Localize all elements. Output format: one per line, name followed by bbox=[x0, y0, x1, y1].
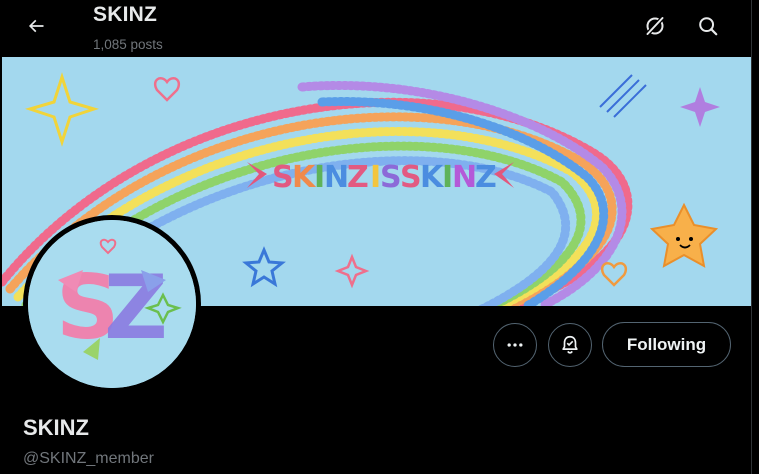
column-divider bbox=[751, 0, 752, 474]
more-icon bbox=[507, 343, 523, 347]
profile-page: SKINZ 1,085 posts S K I N Z I S S K I N … bbox=[0, 0, 759, 474]
more-button[interactable] bbox=[493, 323, 537, 367]
avatar-logo: S Z bbox=[28, 220, 196, 388]
following-button[interactable]: Following bbox=[602, 322, 731, 367]
svg-text:Z: Z bbox=[475, 160, 497, 195]
back-button[interactable] bbox=[18, 8, 54, 44]
svg-text:S: S bbox=[380, 160, 402, 195]
svg-text:Z: Z bbox=[347, 160, 369, 195]
banner-wordmark: S K I N Z I S S K I N Z bbox=[247, 160, 514, 195]
notifications-button[interactable] bbox=[548, 323, 592, 367]
post-count: 1,085 posts bbox=[93, 37, 163, 52]
svg-text:S: S bbox=[400, 160, 422, 195]
search-icon bbox=[699, 17, 718, 36]
svg-text:Z: Z bbox=[104, 256, 168, 359]
notification-bell-icon bbox=[562, 335, 578, 354]
profile-avatar[interactable]: S Z bbox=[23, 215, 201, 393]
profile-handle: @SKINZ_member bbox=[23, 450, 154, 467]
arrow-left-icon bbox=[28, 19, 44, 33]
search-button[interactable] bbox=[690, 8, 726, 44]
profile-header: SKINZ 1,085 posts bbox=[0, 0, 751, 57]
svg-text:N: N bbox=[324, 160, 349, 195]
svg-text:S: S bbox=[272, 160, 294, 195]
grok-icon bbox=[645, 15, 665, 37]
header-title: SKINZ bbox=[93, 3, 157, 26]
svg-text:N: N bbox=[452, 160, 477, 195]
grok-button[interactable] bbox=[637, 8, 673, 44]
profile-display-name: SKINZ bbox=[23, 415, 89, 440]
